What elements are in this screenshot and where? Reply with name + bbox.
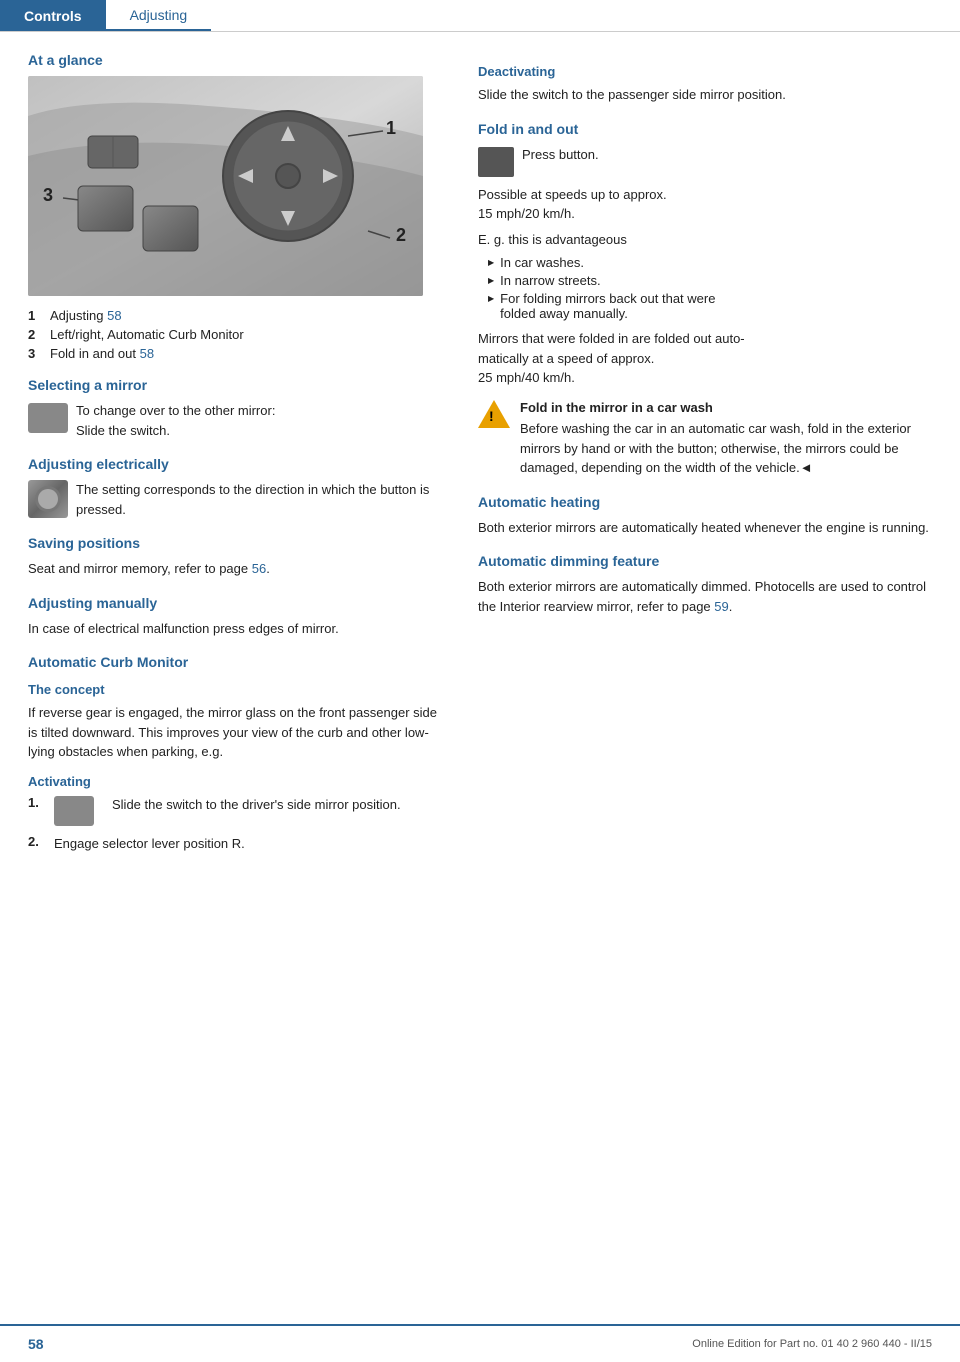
warning-triangle-icon <box>478 400 510 428</box>
item-1-num: 1 <box>28 308 42 323</box>
activating-heading: Activating <box>28 774 448 789</box>
item-1-text: Adjusting 58 <box>50 308 122 323</box>
item-2-text: Left/right, Automatic Curb Monitor <box>50 327 244 342</box>
step2-num: 2. <box>28 834 44 849</box>
activating-step2: 2. Engage selector lever position R. <box>28 834 448 854</box>
adjusting-manually-text: In case of electrical malfunction press … <box>28 619 448 639</box>
adjusting-electrically-heading: Adjusting electrically <box>28 456 448 472</box>
fold-bullets-list: In car washes. In narrow streets. For fo… <box>488 255 932 321</box>
at-a-glance-heading: At a glance <box>28 52 448 68</box>
warning-icon <box>478 398 510 430</box>
fold-bullet-1: In car washes. <box>488 255 932 270</box>
adjusting-electrically-text: The setting corresponds to the direction… <box>76 480 448 519</box>
footer-text: Online Edition for Part no. 01 40 2 960 … <box>692 1338 932 1350</box>
warning-title: Fold in the mirror in a car wash <box>520 398 932 418</box>
saving-positions-heading: Saving positions <box>28 535 448 551</box>
list-item-1: 1 Adjusting 58 <box>28 308 448 323</box>
list-item-3: 3 Fold in and out 58 <box>28 346 448 361</box>
warning-body: Before washing the car in an automatic c… <box>520 421 911 475</box>
automatic-heating-text: Both exterior mirrors are automatically … <box>478 518 932 538</box>
deactivating-text: Slide the switch to the passenger side m… <box>478 85 932 105</box>
step1-num: 1. <box>28 795 44 810</box>
warning-box: Fold in the mirror in a car wash Before … <box>478 398 932 478</box>
page-number: 58 <box>28 1336 44 1352</box>
tab-controls[interactable]: Controls <box>0 0 106 31</box>
saving-positions-link[interactable]: 56 <box>252 561 266 576</box>
activating-step1: 1. Slide the switch to the driver's side… <box>28 795 448 826</box>
the-concept-heading: The concept <box>28 682 448 697</box>
step2-text: Engage selector lever position R. <box>54 834 448 854</box>
selecting-mirror-block: To change over to the other mirror:Slide… <box>28 401 448 440</box>
right-column: Deactivating Slide the switch to the pas… <box>478 52 932 861</box>
fold-in-out-heading: Fold in and out <box>478 121 932 137</box>
automatic-dimming-heading: Automatic dimming feature <box>478 553 932 569</box>
page-header: Controls Adjusting <box>0 0 960 32</box>
mirror-controls-image: 1 2 3 <box>28 76 423 296</box>
item-2-num: 2 <box>28 327 42 342</box>
selecting-mirror-text: To change over to the other mirror:Slide… <box>76 401 448 440</box>
saving-positions-text: Seat and mirror memory, refer to page 56… <box>28 559 448 579</box>
numbered-list: 1 Adjusting 58 2 Left/right, Automatic C… <box>28 308 448 361</box>
fold-in-out-block: Press button. <box>478 145 932 177</box>
page-footer: 58 Online Edition for Part no. 01 40 2 9… <box>0 1324 960 1362</box>
adjusting-electrically-block: The setting corresponds to the direction… <box>28 480 448 519</box>
list-item-2: 2 Left/right, Automatic Curb Monitor <box>28 327 448 342</box>
fold-possible-text: Possible at speeds up to approx.15 mph/2… <box>478 185 932 224</box>
left-column: At a glance <box>28 52 448 861</box>
deactivating-heading: Deactivating <box>478 64 932 79</box>
fold-mirrors-text: Mirrors that were folded in are folded o… <box>478 329 932 388</box>
step1-text: Slide the switch to the driver's side mi… <box>112 795 448 815</box>
switch-icon-2 <box>54 796 94 826</box>
item-1-link[interactable]: 58 <box>107 308 121 323</box>
fold-eg-text: E. g. this is advantageous <box>478 230 932 250</box>
fold-button-icon <box>478 147 514 177</box>
fold-bullet-3: For folding mirrors back out that werefo… <box>488 291 932 321</box>
the-concept-text: If reverse gear is engaged, the mirror g… <box>28 703 448 762</box>
item-3-link[interactable]: 58 <box>140 346 154 361</box>
item-3-text: Fold in and out 58 <box>50 346 154 361</box>
svg-text:1: 1 <box>386 118 396 138</box>
selecting-mirror-heading: Selecting a mirror <box>28 377 448 393</box>
fold-press-text: Press button. <box>522 145 932 165</box>
fold-bullet-2: In narrow streets. <box>488 273 932 288</box>
svg-text:3: 3 <box>43 185 53 205</box>
dimming-link[interactable]: 59 <box>714 599 728 614</box>
automatic-curb-monitor-heading: Automatic Curb Monitor <box>28 654 448 670</box>
automatic-dimming-text: Both exterior mirrors are automatically … <box>478 577 932 616</box>
switch-icon <box>28 403 68 433</box>
adjusting-manually-heading: Adjusting manually <box>28 595 448 611</box>
tab-adjusting[interactable]: Adjusting <box>106 0 212 31</box>
warning-text-block: Fold in the mirror in a car wash Before … <box>520 398 932 478</box>
automatic-heating-heading: Automatic heating <box>478 494 932 510</box>
item-3-num: 3 <box>28 346 42 361</box>
dial-icon <box>28 480 68 518</box>
svg-text:2: 2 <box>396 225 406 245</box>
page-content: At a glance <box>0 32 960 881</box>
